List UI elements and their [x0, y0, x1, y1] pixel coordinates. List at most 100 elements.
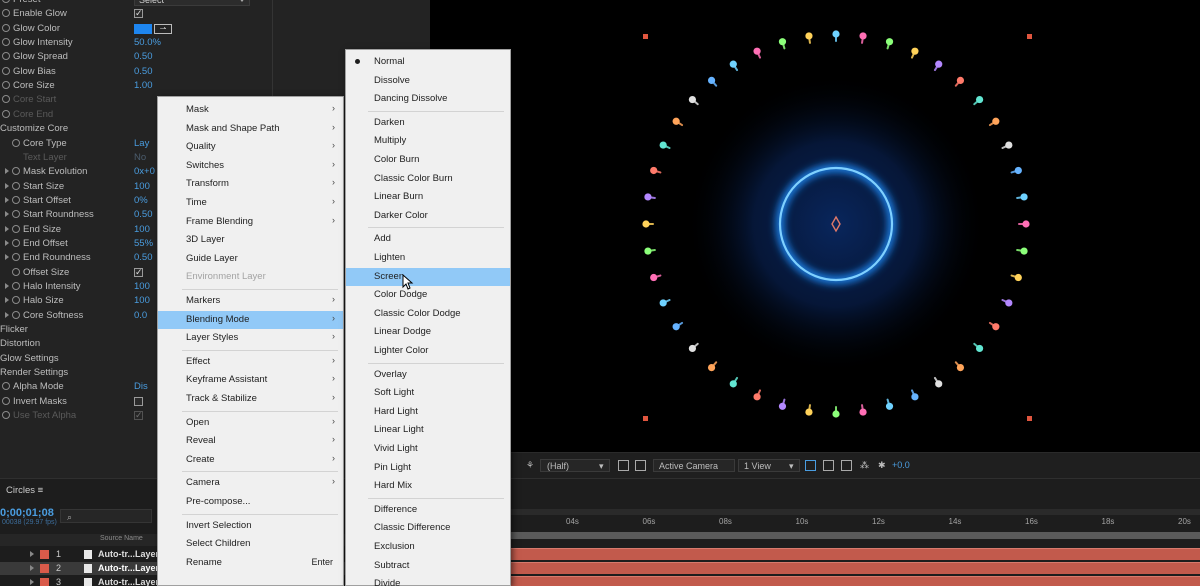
twirl-icon[interactable] — [5, 196, 9, 203]
menu-item-color-dodge[interactable]: Color Dodge — [346, 286, 510, 305]
use-text-alpha-checkbox[interactable] — [134, 410, 143, 421]
invert-masks-checkbox[interactable] — [134, 396, 143, 406]
stopwatch-icon[interactable] — [2, 109, 10, 118]
stopwatch-icon[interactable] — [2, 9, 10, 18]
stopwatch-icon[interactable] — [12, 224, 20, 233]
effect-row-enable-glow[interactable]: Enable Glow — [0, 7, 430, 21]
menu-item-dissolve[interactable]: Dissolve — [346, 72, 510, 91]
layer-label-color[interactable] — [40, 578, 49, 586]
menu-item-frame-blending[interactable]: Frame Blending › — [158, 213, 343, 232]
camera-dropdown[interactable]: Active Camera — [653, 459, 735, 472]
menu-item-subtract[interactable]: Subtract — [346, 557, 510, 576]
halo-size-value[interactable]: 100 — [134, 295, 150, 306]
twirl-icon[interactable] — [5, 225, 9, 232]
stopwatch-icon[interactable] — [12, 253, 20, 262]
twirl-icon[interactable] — [5, 283, 9, 289]
layer-label-color[interactable] — [40, 550, 49, 559]
text-layer-value[interactable]: No — [134, 152, 146, 163]
layer-duration-bar[interactable] — [510, 562, 1200, 574]
layer-duration-bar[interactable] — [510, 548, 1200, 560]
network-icon[interactable]: ⁂ — [860, 460, 869, 471]
menu-item-pre-compose[interactable]: Pre-compose... — [158, 493, 343, 512]
stopwatch-icon[interactable] — [2, 95, 10, 104]
stopwatch-icon[interactable] — [12, 181, 20, 190]
snapshot-icon[interactable]: ⚘ — [526, 460, 534, 471]
menu-item-classic-color-dodge[interactable]: Classic Color Dodge — [346, 305, 510, 324]
menu-item-classic-difference[interactable]: Classic Difference — [346, 519, 510, 538]
stopwatch-icon[interactable] — [12, 282, 20, 290]
stopwatch-icon[interactable] — [12, 210, 20, 219]
preset-dropdown[interactable]: Select — [134, 0, 250, 6]
menu-item-markers[interactable]: Markers › — [158, 292, 343, 311]
menu-item-linear-burn[interactable]: Linear Burn — [346, 188, 510, 207]
menu-item-quality[interactable]: Quality › — [158, 138, 343, 157]
exposure-icon[interactable]: ✱ — [878, 460, 886, 471]
work-area-bar[interactable] — [510, 532, 1200, 539]
glow-spread-value[interactable]: 0.50 — [134, 51, 153, 62]
stopwatch-icon[interactable] — [12, 310, 20, 319]
stopwatch-icon[interactable] — [12, 238, 20, 247]
menu-item-reveal[interactable]: Reveal › — [158, 432, 343, 451]
menu-item-effect[interactable]: Effect › — [158, 353, 343, 372]
menu-item-mask-and-shape-path[interactable]: Mask and Shape Path › — [158, 120, 343, 139]
time-navigator[interactable] — [510, 509, 1200, 515]
composition-viewer[interactable] — [430, 0, 1200, 452]
effect-row-glow-color[interactable]: Glow Color ⇀ — [0, 22, 430, 36]
twirl-icon[interactable] — [5, 168, 9, 175]
end-offset-value[interactable]: 55% — [134, 238, 153, 249]
menu-item-classic-color-burn[interactable]: Classic Color Burn — [346, 170, 510, 189]
menu-item-vivid-light[interactable]: Vivid Light — [346, 440, 510, 459]
menu-item-linear-dodge[interactable]: Linear Dodge — [346, 323, 510, 342]
menu-item-normal[interactable]: Normal — [346, 53, 510, 72]
menu-item-lighter-color[interactable]: Lighter Color — [346, 342, 510, 361]
mask-evolution-value[interactable]: 0x+0 — [134, 166, 155, 177]
menu-item-rename[interactable]: Rename Enter — [158, 554, 343, 573]
menu-item-mask[interactable]: Mask › — [158, 101, 343, 120]
halo-intensity-value[interactable]: 100 — [134, 281, 150, 292]
start-roundness-value[interactable]: 0.50 — [134, 209, 153, 220]
layer-label-color[interactable] — [40, 564, 49, 573]
exposure-value[interactable]: +0.0 — [892, 460, 910, 470]
stopwatch-icon[interactable] — [12, 138, 20, 147]
offset-size-checkbox[interactable] — [134, 267, 143, 278]
current-time[interactable]: 0;00;01;08 — [0, 507, 54, 519]
menu-item-pin-light[interactable]: Pin Light — [346, 459, 510, 478]
stopwatch-icon[interactable] — [2, 81, 10, 90]
menu-item-darker-color[interactable]: Darker Color — [346, 207, 510, 226]
stopwatch-icon[interactable] — [2, 38, 10, 47]
menu-item-3d-layer[interactable]: 3D Layer — [158, 231, 343, 250]
eyedropper-icon[interactable]: ⇀ — [154, 23, 172, 34]
end-roundness-value[interactable]: 0.50 — [134, 252, 153, 263]
twirl-icon[interactable] — [5, 311, 9, 318]
menu-item-linear-light[interactable]: Linear Light — [346, 421, 510, 440]
menu-item-guide-layer[interactable]: Guide Layer — [158, 250, 343, 269]
menu-item-hard-light[interactable]: Hard Light — [346, 403, 510, 422]
core-softness-value[interactable]: 0.0 — [134, 310, 147, 321]
layer-duration-bar[interactable] — [510, 576, 1200, 586]
stopwatch-icon[interactable] — [12, 267, 20, 276]
effect-row-preset[interactable]: Preset Select — [0, 0, 430, 7]
menu-item-time[interactable]: Time › — [158, 194, 343, 213]
menu-item-invert-selection[interactable]: Invert Selection — [158, 517, 343, 536]
stopwatch-icon[interactable] — [12, 167, 20, 176]
stopwatch-icon[interactable] — [2, 396, 10, 405]
stopwatch-icon[interactable] — [12, 195, 20, 204]
layer-search-input[interactable]: ⌕ — [60, 509, 152, 523]
menu-item-add[interactable]: Add — [346, 230, 510, 249]
menu-item-divide[interactable]: Divide — [346, 575, 510, 586]
menu-item-exclusion[interactable]: Exclusion — [346, 538, 510, 557]
stopwatch-icon[interactable] — [12, 296, 20, 305]
stopwatch-icon[interactable] — [2, 411, 10, 420]
menu-item-lighten[interactable]: Lighten — [346, 249, 510, 268]
twirl-icon[interactable] — [5, 239, 9, 246]
comp-tab[interactable]: Circles ≡ — [6, 485, 43, 496]
resolution-dropdown[interactable]: (Half) ▾ — [540, 459, 610, 472]
twirl-icon[interactable] — [5, 254, 9, 261]
menu-item-hard-mix[interactable]: Hard Mix — [346, 477, 510, 496]
twirl-icon[interactable] — [30, 565, 34, 571]
menu-item-camera[interactable]: Camera › — [158, 474, 343, 493]
menu-item-screen[interactable]: Screen — [346, 267, 510, 287]
start-size-value[interactable]: 100 — [134, 181, 150, 192]
menu-item-overlay[interactable]: Overlay — [346, 366, 510, 385]
transparency-grid-icon[interactable] — [635, 460, 646, 471]
